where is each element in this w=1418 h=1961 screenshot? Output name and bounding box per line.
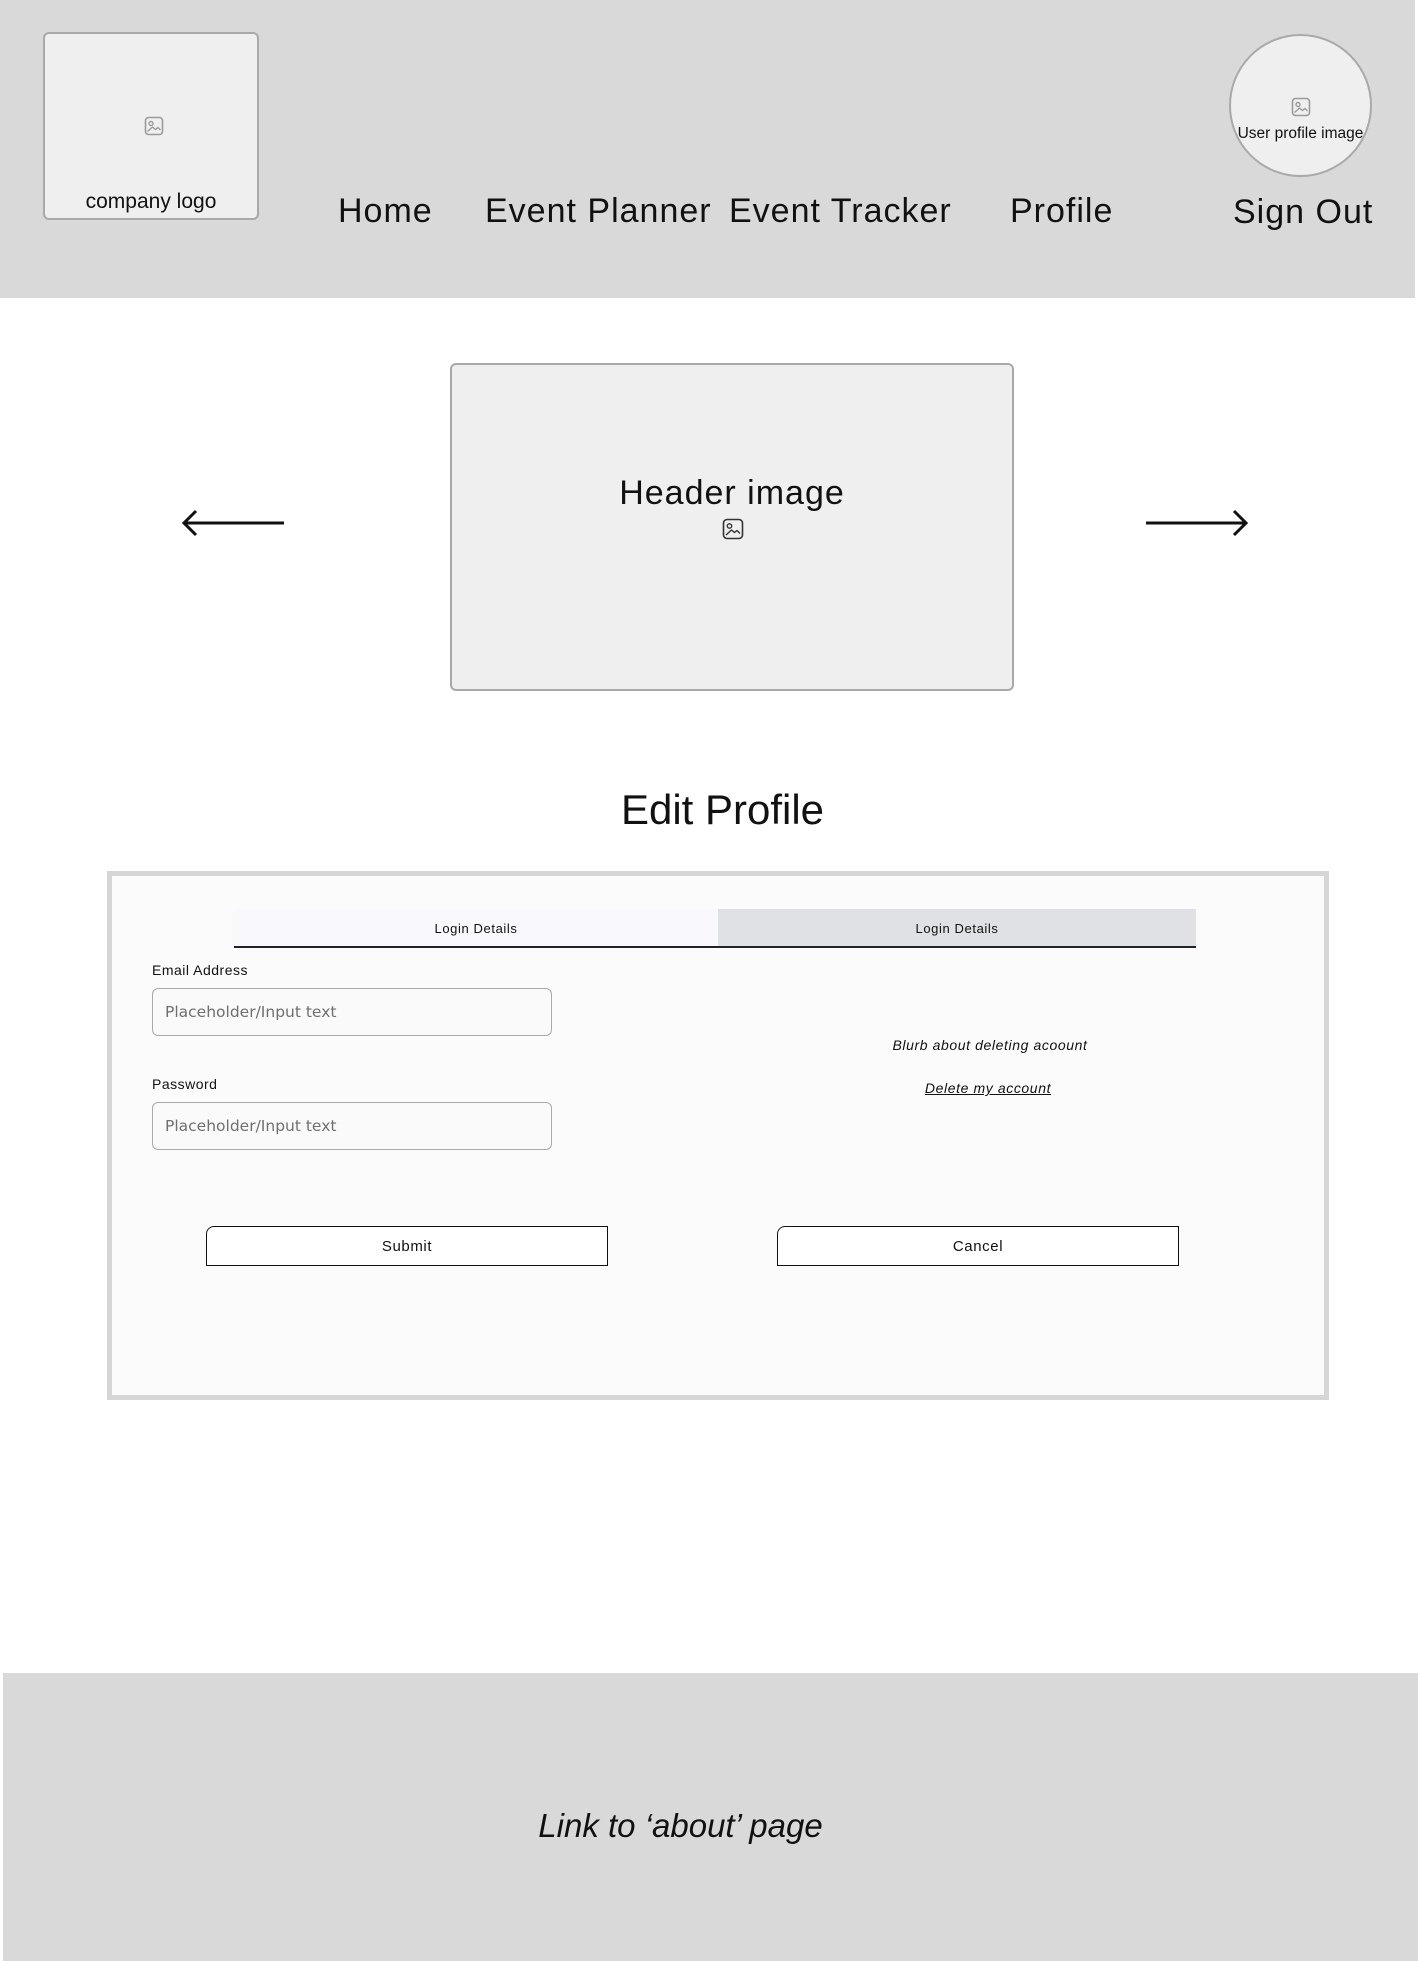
tab-login-details-active[interactable]: Login Details: [718, 909, 1196, 948]
company-logo[interactable]: company logo: [43, 32, 259, 220]
page: company logo Home Event Planner Event Tr…: [0, 0, 1418, 1961]
header-image-label: Header image: [619, 474, 845, 512]
arrow-right-icon: [1144, 509, 1254, 544]
cancel-button[interactable]: Cancel: [777, 1226, 1179, 1266]
arrow-left-icon: [180, 509, 290, 544]
user-avatar[interactable]: User profile image: [1229, 34, 1372, 177]
image-placeholder-icon: [144, 116, 164, 141]
nav-home[interactable]: Home: [338, 186, 433, 236]
carousel-next-button[interactable]: [1144, 506, 1254, 540]
nav-profile[interactable]: Profile: [1010, 186, 1113, 236]
nav-event-planner[interactable]: Event Planner: [485, 186, 712, 236]
user-avatar-label: User profile image: [1237, 125, 1364, 142]
company-logo-label: company logo: [85, 190, 217, 213]
nav-event-tracker[interactable]: Event Tracker: [729, 186, 952, 236]
tab-login-details[interactable]: Login Details: [234, 909, 718, 948]
email-label: Email Address: [152, 962, 248, 978]
password-field[interactable]: [152, 1102, 552, 1150]
password-label: Password: [152, 1076, 218, 1092]
image-placeholder-icon: [1291, 97, 1311, 122]
page-title: Edit Profile: [620, 786, 825, 833]
delete-account-blurb: Blurb about deleting acoount: [892, 1037, 1088, 1053]
top-nav-bar: company logo Home Event Planner Event Tr…: [0, 0, 1415, 298]
image-placeholder-icon: [722, 518, 744, 545]
delete-account-link[interactable]: Delete my account: [830, 1078, 1146, 1098]
submit-button[interactable]: Submit: [206, 1226, 608, 1266]
nav-sign-out[interactable]: Sign Out: [1233, 187, 1373, 237]
carousel-prev-button[interactable]: [180, 506, 290, 540]
header-image: Header image: [450, 363, 1014, 691]
footer: Link to ‘about’ page: [3, 1673, 1418, 1961]
email-field[interactable]: [152, 988, 552, 1036]
about-page-link[interactable]: Link to ‘about’ page: [3, 1804, 1358, 1848]
